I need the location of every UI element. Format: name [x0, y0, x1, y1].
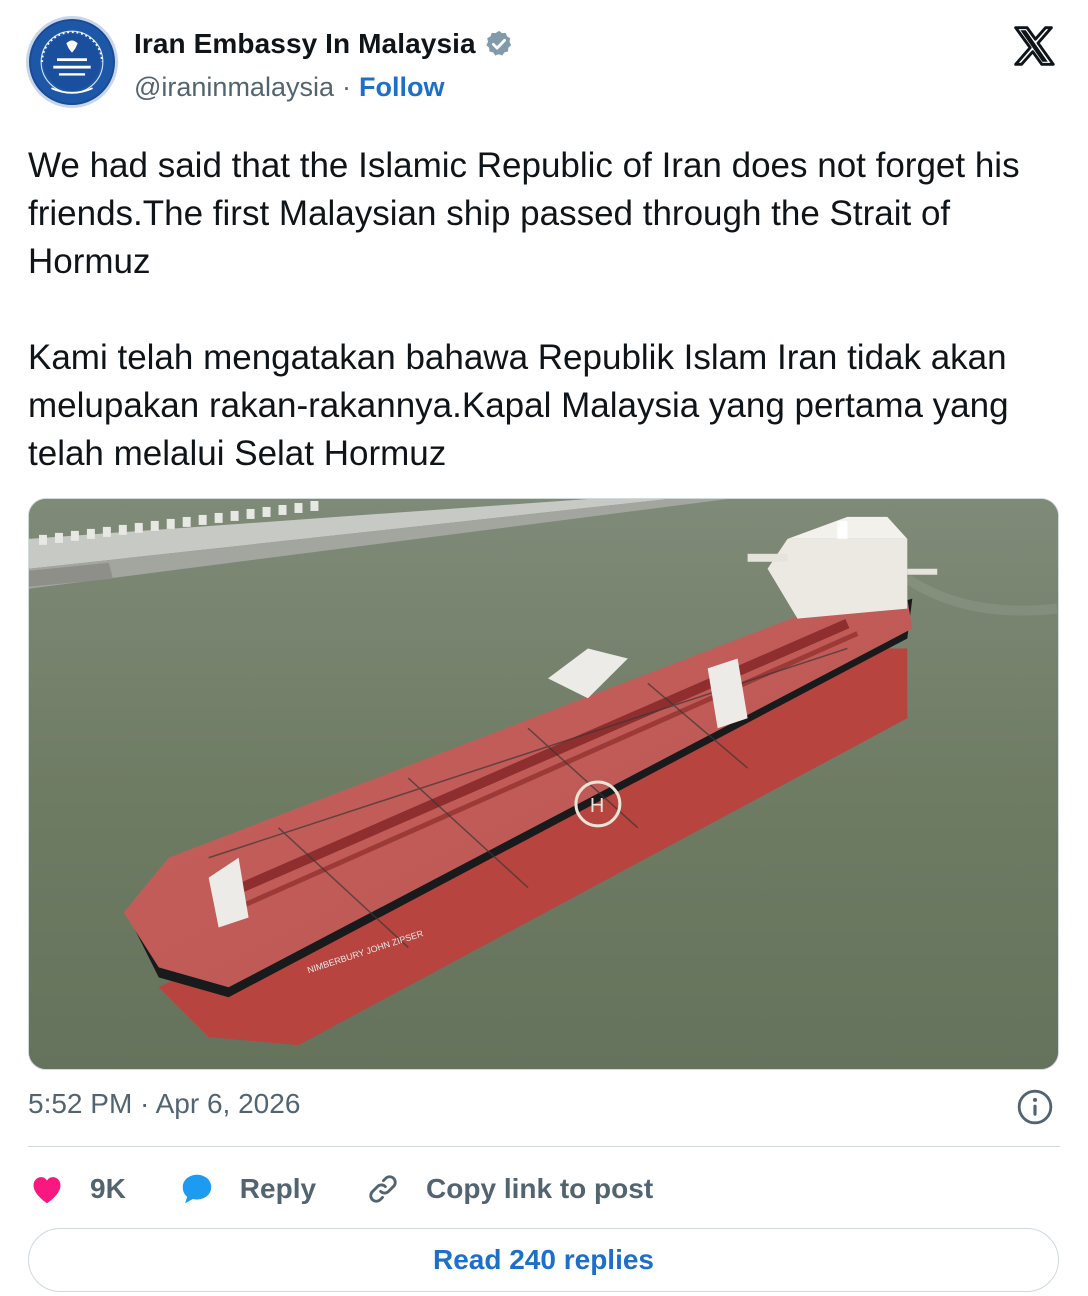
like-button[interactable]: 9K: [28, 1170, 126, 1208]
reply-button[interactable]: Reply: [178, 1170, 316, 1208]
author-handle-row: @iraninmalaysia · Follow: [134, 72, 444, 103]
tweet-paragraph-english: We had said that the Islamic Republic of…: [28, 146, 1020, 281]
author-name-row: Iran Embassy In Malaysia: [134, 28, 514, 60]
link-icon: [369, 1175, 397, 1203]
reply-bubble-icon: [182, 1174, 212, 1204]
tweet-actions: 9K Reply Copy link to post: [28, 1164, 653, 1214]
info-icon[interactable]: [1016, 1088, 1054, 1126]
embassy-avatar[interactable]: [26, 16, 118, 108]
read-replies-button[interactable]: Read 240 replies: [28, 1228, 1059, 1292]
verified-badge-icon: [484, 29, 514, 59]
tweet-timestamp[interactable]: 5:52 PM · Apr 6, 2026: [28, 1088, 300, 1120]
heart-icon: [33, 1177, 61, 1204]
reply-label: Reply: [239, 1173, 317, 1204]
copy-link-label: Copy link to post: [426, 1173, 654, 1204]
divider: [28, 1146, 1060, 1147]
tweet-photo-oil-tanker[interactable]: H NIMBERBURY JOHN ZIPSER: [28, 498, 1059, 1070]
tweet-paragraph-malay: Kami telah mengatakan bahawa Republik Is…: [28, 338, 1009, 473]
author-name[interactable]: Iran Embassy In Malaysia: [134, 28, 476, 60]
tweet-text: We had said that the Islamic Republic of…: [28, 142, 1058, 478]
like-count: 9K: [90, 1173, 126, 1204]
follow-button[interactable]: Follow: [359, 72, 444, 103]
author-handle[interactable]: @iraninmalaysia: [134, 72, 334, 103]
separator-dot: ·: [341, 72, 351, 102]
copy-link-button[interactable]: Copy link to post: [364, 1170, 653, 1208]
svg-text:H: H: [590, 795, 604, 817]
x-logo-icon[interactable]: [1012, 24, 1056, 68]
